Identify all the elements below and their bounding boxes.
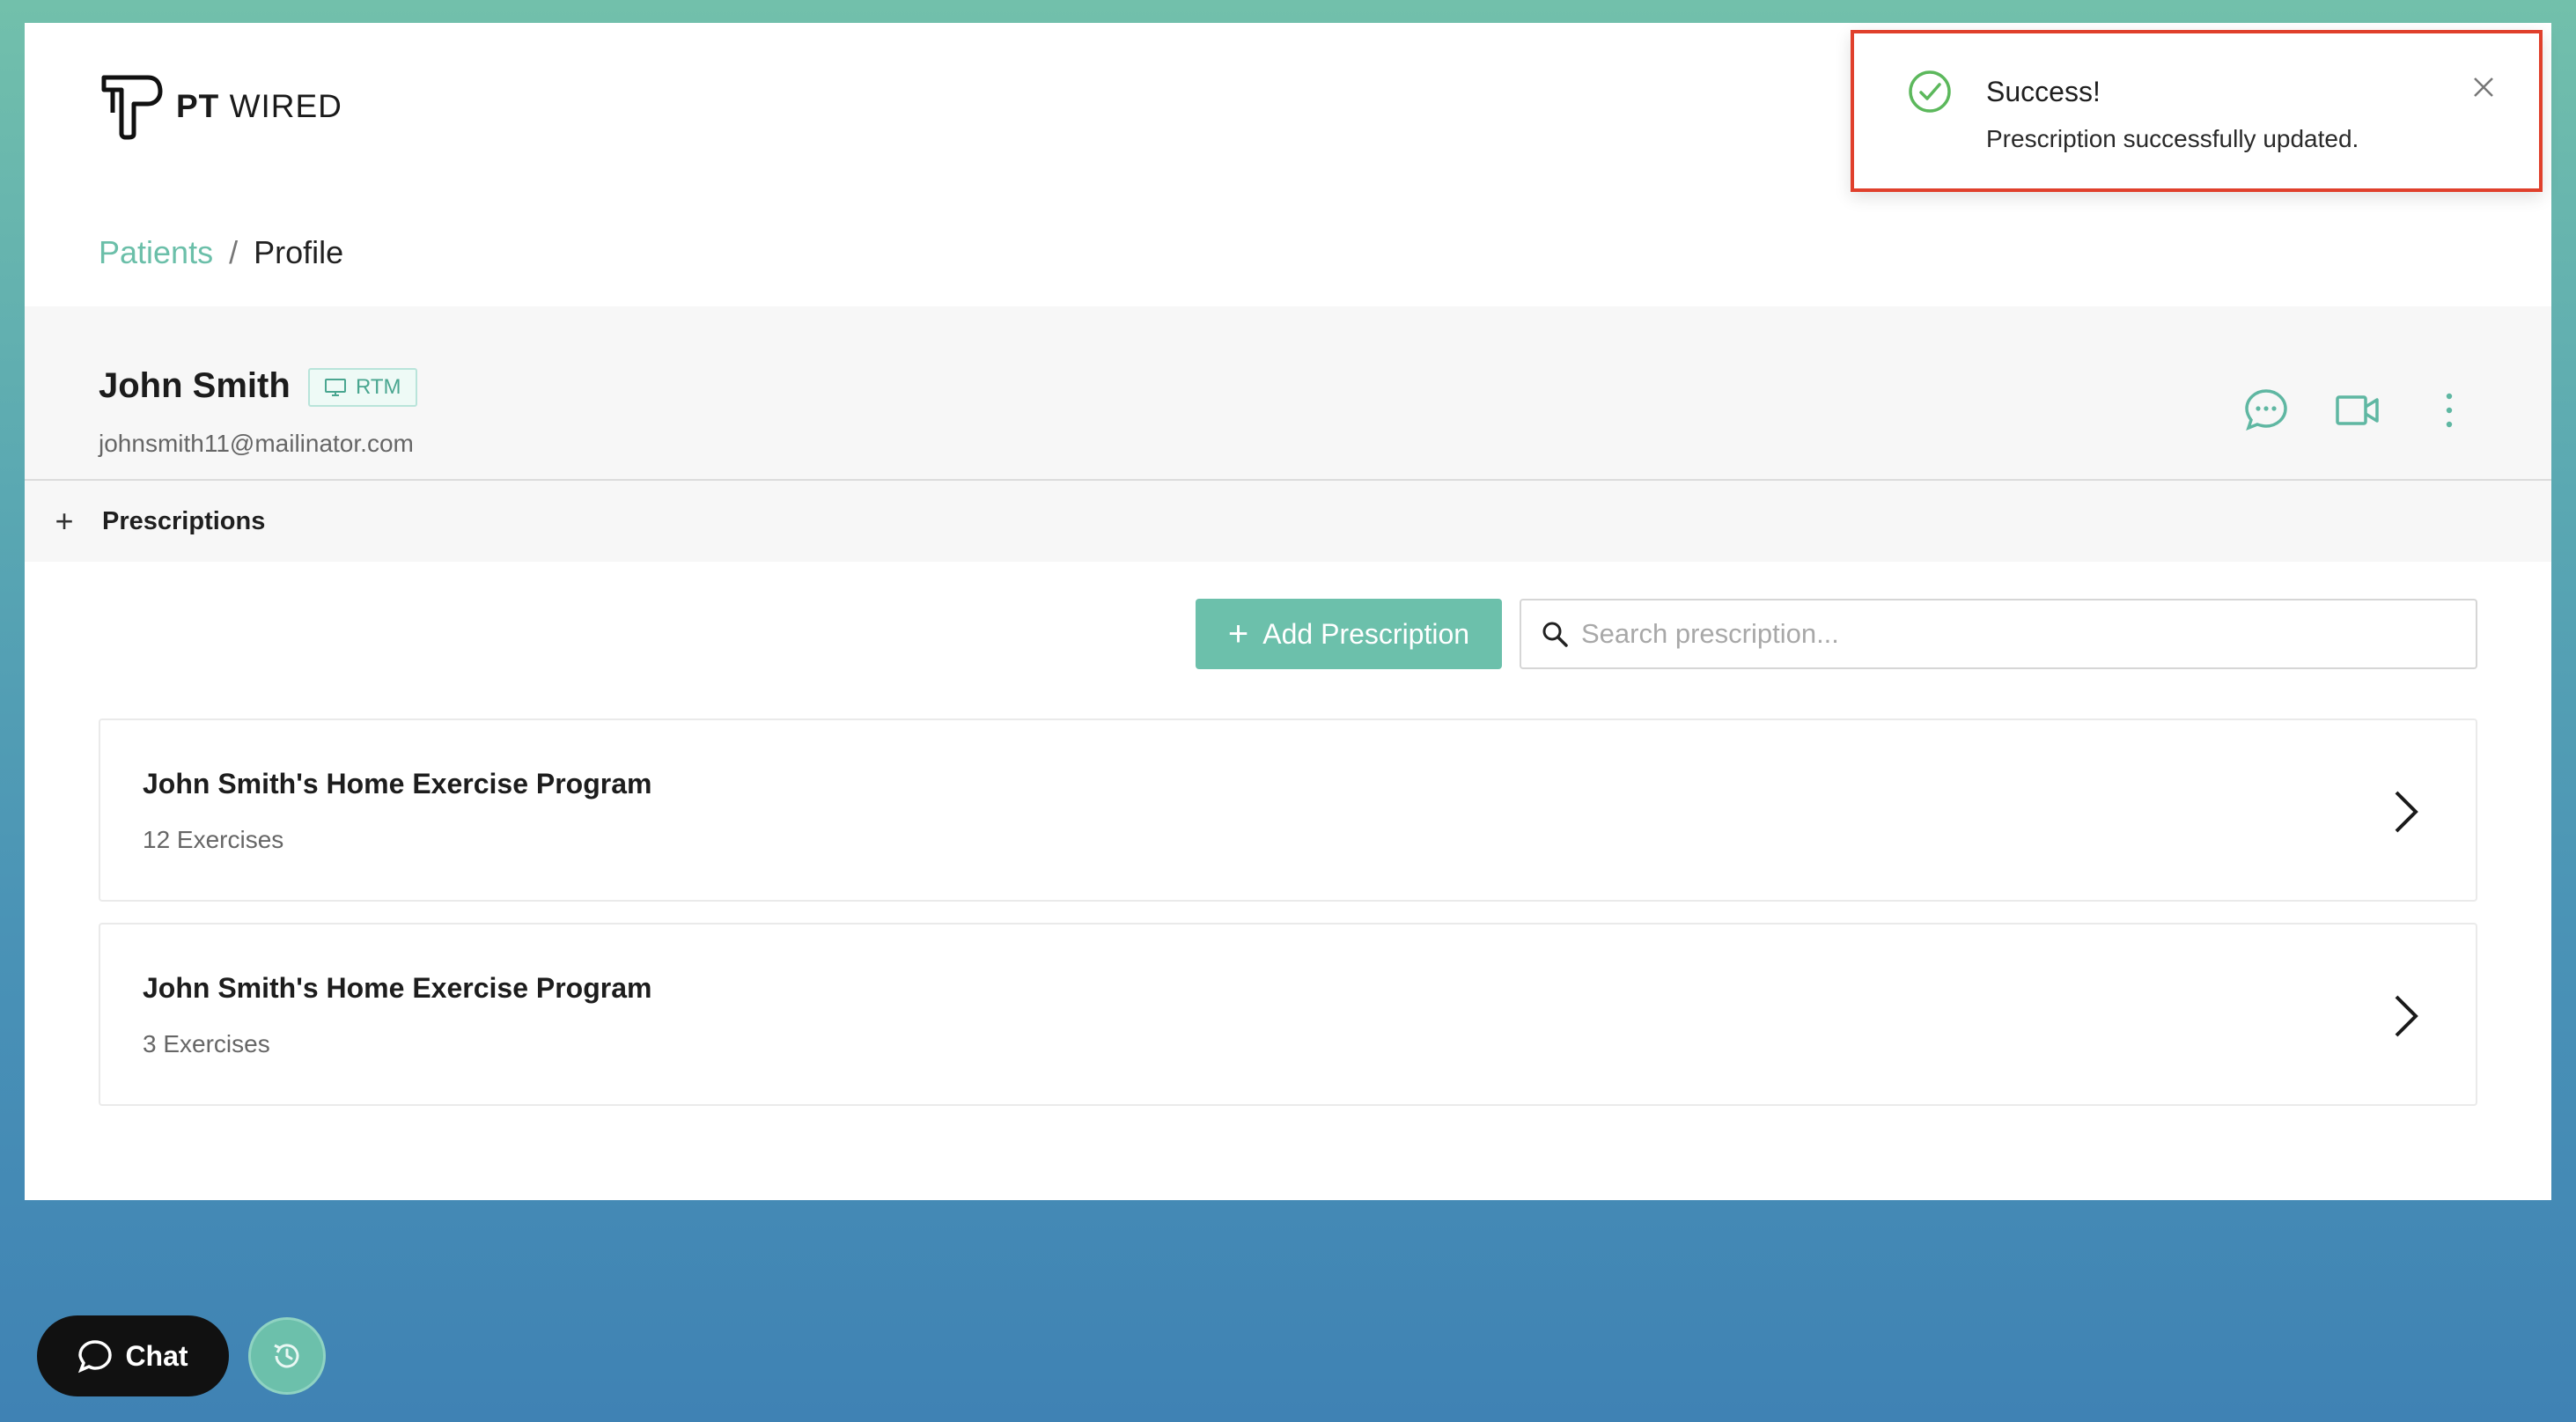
main-page: PT WIRED Patients / Profile John Smith R… (25, 23, 2551, 1200)
vertical-dots-icon (2446, 393, 2453, 428)
patient-email: johnsmith11@mailinator.com (99, 430, 414, 457)
breadcrumb-current: Profile (254, 234, 344, 270)
video-call-button[interactable] (2335, 387, 2381, 433)
breadcrumb-patients-link[interactable]: Patients (99, 234, 213, 271)
rtm-badge-label: RTM (356, 375, 401, 399)
plus-icon: + (1227, 615, 1249, 653)
close-icon[interactable] (2470, 74, 2497, 100)
prescriptions-section-header[interactable]: + Prescriptions (25, 481, 2551, 562)
prescription-card[interactable]: John Smith's Home Exercise Program 12 Ex… (99, 718, 2477, 902)
video-camera-icon (2336, 395, 2379, 425)
search-icon (1542, 622, 1568, 647)
patient-name: John Smith (99, 366, 291, 405)
toast-title: Success! (1986, 76, 2101, 107)
prescription-title: John Smith's Home Exercise Program (143, 972, 652, 1004)
chevron-right-icon (2395, 791, 2418, 833)
chevron-right-icon (2395, 995, 2418, 1037)
prescription-card[interactable]: John Smith's Home Exercise Program 3 Exe… (99, 923, 2477, 1106)
clock-history-icon (274, 1344, 299, 1368)
prescription-title: John Smith's Home Exercise Program (143, 768, 652, 799)
chat-widget-button[interactable]: Chat (37, 1315, 229, 1396)
breadcrumb: Patients / Profile (99, 234, 343, 271)
breadcrumb-separator: / (229, 234, 239, 270)
monitor-icon (325, 379, 346, 396)
message-button[interactable] (2243, 387, 2289, 433)
chat-label: Chat (125, 1339, 188, 1372)
pt-wired-logo-icon (101, 75, 163, 140)
check-circle-icon (1909, 70, 1951, 113)
success-toast: Success! Prescription successfully updat… (1851, 30, 2543, 192)
chat-icon (78, 1340, 113, 1374)
logo[interactable]: PT WIRED (99, 72, 342, 141)
section-title: Prescriptions (102, 506, 266, 535)
search-input[interactable] (1581, 618, 2444, 650)
expand-plus-icon[interactable]: + (51, 505, 77, 537)
search-container (1520, 599, 2477, 669)
more-options-button[interactable] (2426, 387, 2472, 433)
toast-message: Prescription successfully updated. (1986, 125, 2359, 152)
prescription-exercise-count: 3 Exercises (143, 1030, 270, 1057)
add-prescription-label: Add Prescription (1262, 617, 1470, 650)
logo-text: PT WIRED (176, 88, 342, 124)
chat-bubble-icon (2245, 389, 2287, 431)
rtm-badge: RTM (308, 368, 417, 407)
add-prescription-button[interactable]: + Add Prescription (1196, 599, 1502, 669)
prescription-exercise-count: 12 Exercises (143, 826, 284, 853)
history-widget-button[interactable] (248, 1317, 326, 1395)
patient-header: John Smith RTM johnsmith11@mailinator.co… (25, 306, 2551, 481)
